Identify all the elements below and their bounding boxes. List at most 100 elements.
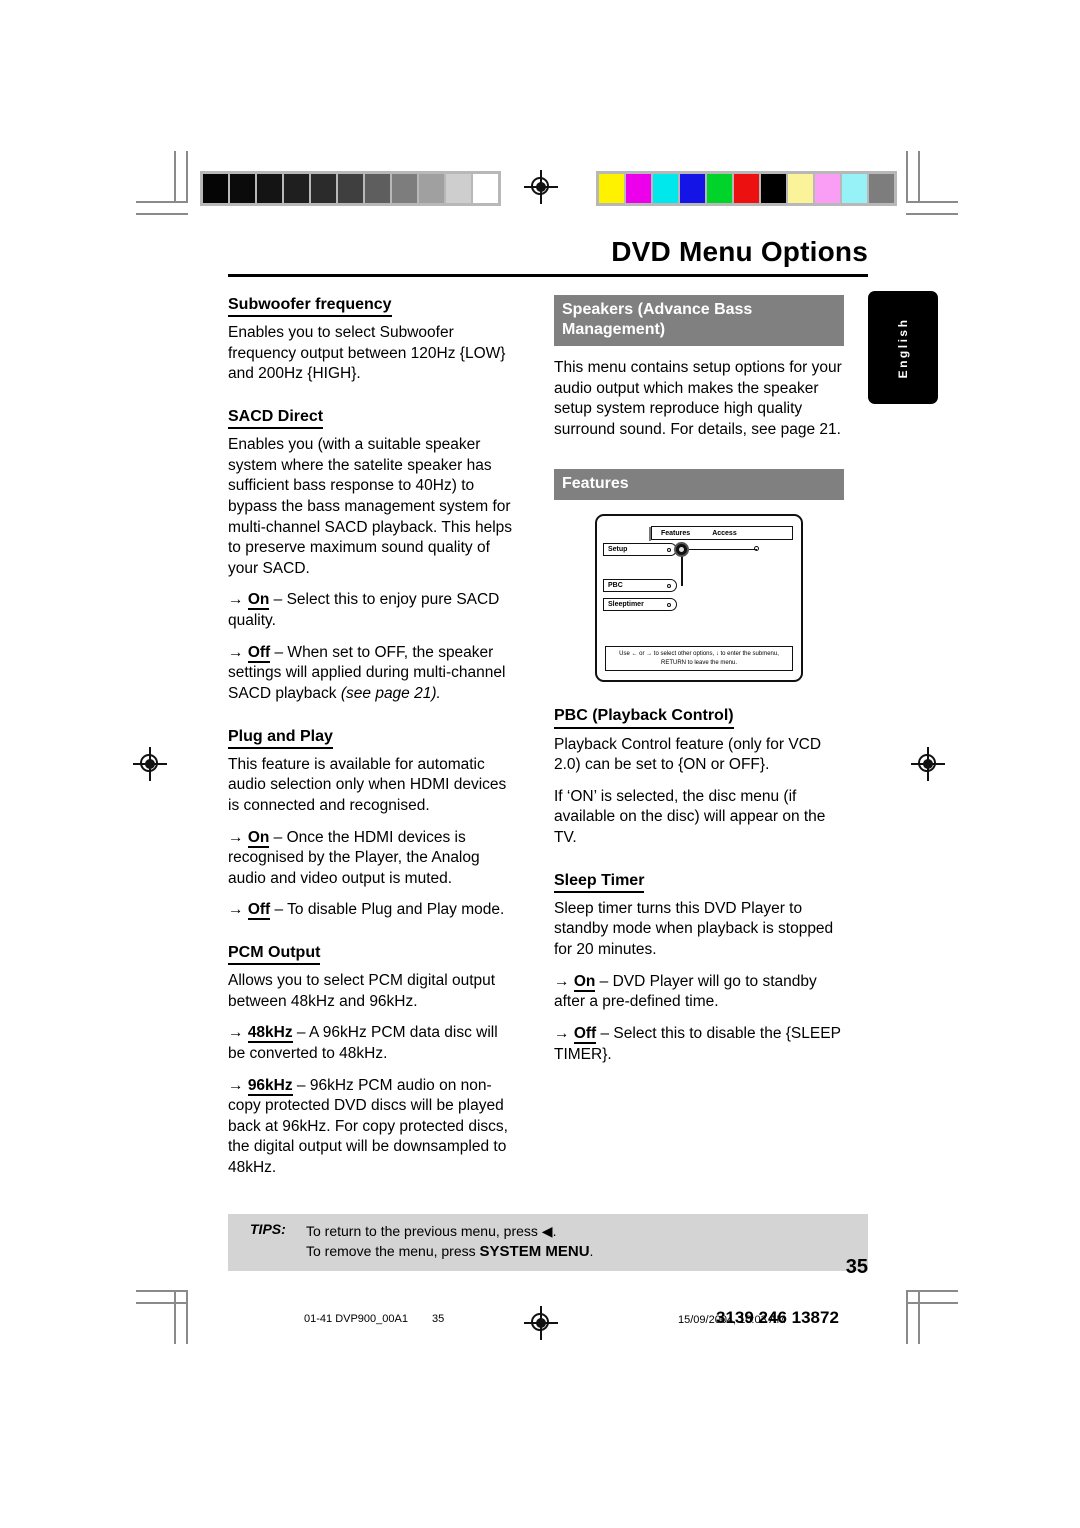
osd-column-features: Features: [661, 529, 691, 537]
right-arrow-icon: →: [228, 1076, 248, 1094]
crop-mark-bottom-left-h2: [136, 1302, 188, 1304]
manual-section: Plug and Play This feature is available f…: [228, 727, 518, 921]
calibration-swatch-0: [203, 174, 228, 203]
osd-item-sleeptimer-dot: [667, 603, 671, 608]
osd-item-pbc-dot: [667, 584, 671, 589]
calibration-swatch-7: [392, 174, 417, 203]
osd-item-pbc-label: PBC: [608, 582, 623, 590]
calibration-swatch-10: [473, 174, 498, 203]
calibration-swatch-10: [869, 174, 894, 203]
calibration-swatch-2: [653, 174, 678, 203]
osd-item-setup-label: Setup: [608, 546, 628, 554]
section-heading: SACD Direct: [228, 407, 324, 430]
right-arrow-icon: →: [554, 1024, 574, 1042]
language-tab-english: English: [868, 291, 938, 404]
manual-section: SACD Direct Enables you (with a suitable …: [228, 407, 518, 705]
crop-mark-top-left-v: [186, 151, 188, 203]
option-description: – Select this to enjoy pure SACD quality…: [228, 591, 500, 630]
calibration-swatch-0: [599, 174, 624, 203]
option-term: On: [247, 591, 270, 611]
calibration-swatch-1: [626, 174, 651, 203]
section-paragraph: Sleep timer turns this DVD Player to sta…: [554, 899, 834, 959]
option-term: On: [247, 828, 270, 848]
osd-selection-hub-icon: [674, 542, 689, 558]
right-column-sections: PBC (Playback Control) Playback Control f…: [554, 706, 844, 1065]
option-term: Off: [247, 901, 271, 921]
osd-help-line-1: Use ← or → to select other options, ↓ to…: [619, 651, 779, 658]
title-rule: [228, 274, 868, 277]
crop-mark-top-left-h2: [136, 213, 188, 215]
print-footer-page: 35: [432, 1313, 445, 1325]
tips-line-1-period: .: [552, 1223, 557, 1239]
section-heading: PBC (Playback Control): [554, 706, 734, 729]
registration-target-top: [524, 170, 558, 204]
right-arrow-icon: →: [554, 972, 574, 990]
calibration-swatch-8: [815, 174, 840, 203]
manual-section: PBC (Playback Control) Playback Control f…: [554, 706, 844, 848]
osd-item-sleeptimer[interactable]: Sleeptimer: [603, 598, 677, 612]
section-paragraph: Playback Control feature (only for VCD 2…: [554, 735, 822, 774]
crop-mark-top-left-h: [136, 201, 188, 203]
section-heading: Plug and Play: [228, 727, 333, 749]
two-column-layout: Subwoofer frequency Enables you to select…: [228, 295, 868, 1190]
section-heading: Sleep Timer: [554, 871, 645, 893]
osd-item-setup-dot: [667, 548, 671, 553]
page-content: DVD Menu Options Subwoofer frequency Enab…: [228, 236, 868, 1190]
left-column: Subwoofer frequency Enables you to select…: [228, 295, 518, 1190]
calibration-swatch-9: [842, 174, 867, 203]
calibration-swatch-8: [419, 174, 444, 203]
crop-mark-top-left-v2: [174, 151, 176, 203]
right-arrow-icon: →: [228, 591, 248, 609]
option-item: → On – Once the HDMI devices is recognis…: [228, 828, 518, 890]
calibration-swatch-6: [365, 174, 390, 203]
calibration-swatch-5: [338, 174, 363, 203]
calibration-swatch-9: [446, 174, 471, 203]
crop-mark-bottom-left-v: [186, 1292, 188, 1344]
osd-item-setup[interactable]: Setup: [603, 543, 677, 557]
section-heading: Subwoofer frequency: [228, 295, 392, 318]
osd-item-pbc[interactable]: PBC: [603, 579, 677, 593]
section-paragraph: Enables you to select Subwoofer frequenc…: [228, 324, 506, 383]
right-column: Speakers (Advance Bass Management) This …: [554, 295, 844, 1190]
page-title: DVD Menu Options: [611, 236, 868, 267]
option-item: → Off – To disable Plug and Play mode.: [228, 900, 518, 921]
calibration-swatch-4: [311, 174, 336, 203]
section-paragraph: Allows you to select PCM digital output …: [228, 972, 496, 1010]
manual-section: PCM Output Allows you to select PCM digit…: [228, 943, 518, 1179]
option-item: → 48kHz – A 96kHz PCM data disc will be …: [228, 1023, 518, 1064]
section-heading-rest: (Playback Control): [587, 707, 734, 725]
crop-mark-bottom-right-v: [906, 1292, 908, 1344]
option-description: – Select this to disable the {SLEEP TIME…: [554, 1024, 841, 1063]
option-item: → On – Select this to enjoy pure SACD qu…: [228, 590, 518, 631]
calibration-swatch-3: [284, 174, 309, 203]
print-footer-filename: 01-41 DVP900_00A1: [304, 1313, 408, 1325]
crop-mark-bottom-left-v2: [174, 1292, 176, 1344]
calibration-swatch-3: [680, 174, 705, 203]
crop-mark-top-right-v: [906, 151, 908, 203]
option-item: → On – DVD Player will go to standby aft…: [554, 972, 844, 1013]
osd-connector-end-dot: [754, 546, 759, 552]
option-term: Off: [573, 1024, 597, 1044]
color-calibration-bar: [596, 171, 897, 206]
manual-section: Sleep Timer Sleep timer turns this DVD Pl…: [554, 871, 844, 1065]
crop-mark-top-right-h2: [906, 213, 958, 215]
speakers-section-body: This menu contains setup options for you…: [554, 359, 842, 438]
grayscale-calibration-bar: [200, 171, 501, 206]
option-cross-reference: (see page 21).: [340, 684, 441, 702]
tips-line-1: To return to the previous menu, press ◀.: [306, 1221, 593, 1241]
calibration-swatch-2: [257, 174, 282, 203]
section-heading-strong: PBC: [554, 707, 588, 725]
section-heading-strong: Sleep Timer: [554, 871, 645, 889]
speakers-section-header: Speakers (Advance Bass Management): [554, 295, 844, 346]
osd-help-line-2: RETURN to leave the menu.: [660, 659, 738, 666]
calibration-swatch-5: [734, 174, 759, 203]
manual-section: Subwoofer frequency Enables you to select…: [228, 295, 518, 385]
option-term: 48kHz: [247, 1024, 293, 1044]
option-term: Off: [247, 643, 271, 663]
print-footer-part-number: 3139 246 13872: [716, 1308, 839, 1327]
section-paragraph: This feature is available for automatic …: [228, 755, 507, 814]
crop-mark-top-right-v2: [918, 151, 920, 203]
crop-mark-top-right-h: [906, 201, 958, 203]
calibration-swatch-4: [707, 174, 732, 203]
crop-mark-bottom-left-h: [136, 1290, 188, 1292]
